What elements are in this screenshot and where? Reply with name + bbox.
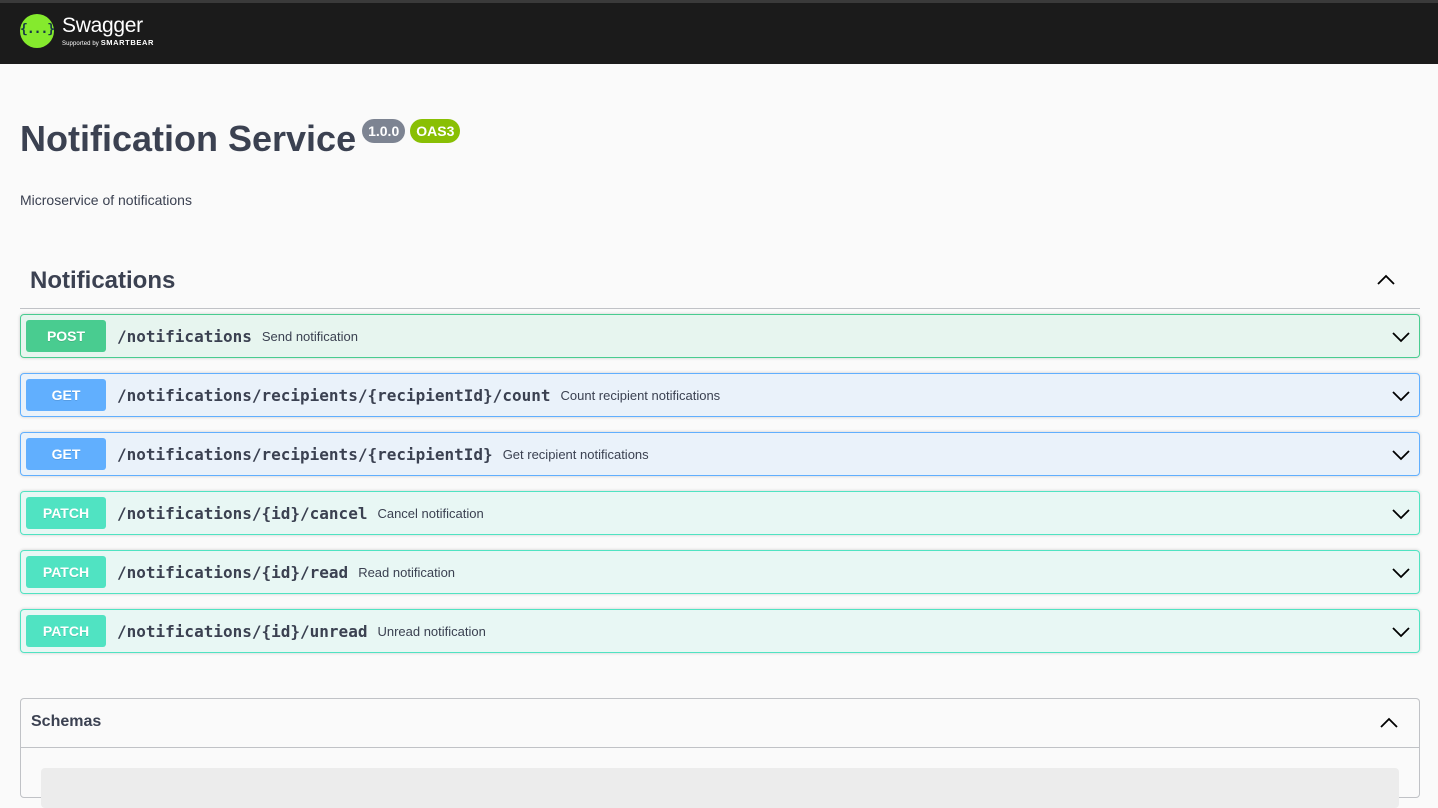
method-badge[interactable]: PATCH [26, 556, 106, 588]
operation-patch-row[interactable]: PATCH/notifications/{id}/read Read notifi… [20, 550, 1420, 594]
title-row: Notification Service 1.0.0 OAS3 [20, 112, 461, 160]
operation-get-row[interactable]: GET/notifications/recipients/{recipientI… [20, 432, 1420, 476]
operation-summary-line[interactable]: /notifications Send notification [117, 315, 358, 357]
operation-summary-line[interactable]: /notifications/recipients/{recipientId}/… [117, 374, 720, 416]
topbar: {...} Swagger Supported by SMARTBEAR [0, 0, 1438, 64]
operation-summary-line[interactable]: /notifications/{id}/read Read notificatio… [117, 551, 455, 593]
api-info: Notification Service 1.0.0 OAS3 Microser… [20, 112, 461, 208]
logo-supported-by: Supported by SMARTBEAR [62, 39, 154, 47]
operation-summary: Unread notification [377, 623, 486, 639]
version-badge: 1.0.0 [362, 119, 406, 143]
chevron-down-icon[interactable] [1391, 563, 1411, 583]
schema-item[interactable] [41, 768, 1399, 808]
operation-summary-line[interactable]: /notifications/{id}/cancel Cancel notific… [117, 492, 484, 534]
operation-summary-line[interactable]: /notifications/recipients/{recipientId} G… [117, 433, 649, 475]
operation-path[interactable]: /notifications [117, 327, 252, 346]
chevron-down-icon[interactable] [1391, 622, 1411, 642]
method-badge[interactable]: POST [26, 320, 106, 352]
oas-badge: OAS3 [410, 119, 461, 143]
operation-summary: Count recipient notifications [560, 387, 721, 403]
chevron-down-icon[interactable] [1391, 445, 1411, 465]
swagger-logo-icon: {...} [20, 14, 55, 48]
schemas-section: Schemas [20, 698, 1420, 808]
schemas-header[interactable]: Schemas [21, 699, 1419, 748]
operation-patch-row[interactable]: PATCH/notifications/{id}/unread Unread no… [20, 609, 1420, 653]
method-badge[interactable]: PATCH [26, 615, 106, 647]
method-badge[interactable]: GET [26, 379, 106, 411]
operation-summary: Get recipient notifications [502, 446, 649, 462]
operation-path[interactable]: /notifications/recipients/{recipientId}/… [117, 386, 550, 405]
operation-summary: Cancel notification [377, 505, 484, 521]
operation-path[interactable]: /notifications/{id}/unread [117, 622, 367, 641]
chevron-up-icon[interactable] [1376, 270, 1396, 290]
logo-supported-prefix: Supported by [62, 41, 99, 47]
api-title: Notification Service [20, 118, 357, 159]
operation-post-row[interactable]: POST/notifications Send notification [20, 314, 1420, 358]
operation-summary-line[interactable]: /notifications/{id}/unread Unread notific… [117, 610, 486, 652]
operation-path[interactable]: /notifications/{id}/read [117, 563, 348, 582]
logo-title: Swagger [62, 14, 143, 37]
chevron-up-icon[interactable] [1379, 713, 1399, 733]
operation-patch-row[interactable]: PATCH/notifications/{id}/cancel Cancel no… [20, 491, 1420, 535]
tag-title[interactable]: Notifications [30, 267, 175, 295]
swagger-logo-text: Swagger Supported by SMARTBEAR [62, 15, 154, 47]
method-badge[interactable]: GET [26, 438, 106, 470]
operation-summary: Send notification [261, 328, 358, 344]
chevron-down-icon[interactable] [1391, 386, 1411, 406]
swagger-logo-glyph: {...} [20, 22, 55, 37]
chevron-down-icon[interactable] [1391, 327, 1411, 347]
chevron-down-icon[interactable] [1391, 504, 1411, 524]
logo-supported-brand: SMARTBEAR [100, 38, 155, 47]
operation-get-row[interactable]: GET/notifications/recipients/{recipientI… [20, 373, 1420, 417]
method-badge[interactable]: PATCH [26, 497, 106, 529]
schemas-title[interactable]: Schemas [31, 713, 101, 731]
operation-summary: Read notification [358, 564, 456, 580]
operation-path[interactable]: /notifications/recipients/{recipientId} [117, 445, 493, 464]
api-description: Microservice of notifications [20, 192, 192, 208]
operation-path[interactable]: /notifications/{id}/cancel [117, 504, 367, 523]
tag-section-header[interactable]: Notifications [20, 258, 1420, 309]
swagger-logo-link[interactable]: {...} Swagger Supported by SMARTBEAR [20, 14, 154, 48]
